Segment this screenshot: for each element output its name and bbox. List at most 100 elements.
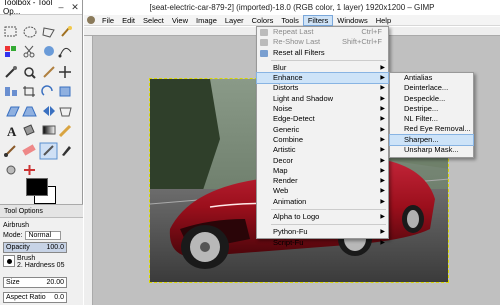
menu-item-enhance[interactable]: Enhance ▶ bbox=[256, 72, 389, 85]
menu-item-map[interactable]: Map ▶ bbox=[257, 166, 388, 176]
blend-tool-icon bbox=[42, 125, 56, 135]
submenu-item-label: NL Filter... bbox=[404, 114, 438, 124]
scale-tool-icon bbox=[59, 86, 71, 97]
submenu-item-antialias[interactable]: Antialias bbox=[390, 73, 473, 83]
fuzzy-select-tool-icon bbox=[61, 26, 72, 37]
menu-item-re-show-last[interactable]: Re-Show Last Shift+Ctrl+F bbox=[257, 37, 388, 47]
menu-item-web[interactable]: Web ▶ bbox=[257, 186, 388, 196]
tool-grid: A bbox=[2, 25, 81, 177]
submenu-arrow-icon: ▶ bbox=[380, 167, 385, 174]
submenu-arrow-icon: ▶ bbox=[380, 126, 385, 133]
submenu-item-destripe[interactable]: Destripe... bbox=[390, 104, 473, 114]
submenu-item-despeckle[interactable]: Despeckle... bbox=[390, 94, 473, 104]
heal-tool-icon bbox=[24, 165, 35, 175]
menu-colors[interactable]: Colors bbox=[248, 15, 278, 26]
paths-tool-icon bbox=[58, 47, 72, 58]
size-value: 20.00 bbox=[46, 279, 64, 286]
mode-label: Mode: bbox=[3, 232, 23, 239]
menu-item-light-and-shadow[interactable]: Light and Shadow ▶ bbox=[257, 94, 388, 104]
ink-tool-icon bbox=[62, 146, 71, 156]
menu-item-alpha-to-logo[interactable]: Alpha to Logo ▶ bbox=[257, 212, 388, 222]
submenu-item-sharpen[interactable]: Sharpen... bbox=[389, 133, 474, 147]
menu-item-reset-all-filters[interactable]: Reset all Filters bbox=[257, 48, 388, 58]
select-by-color-tool-icon bbox=[5, 46, 16, 57]
brush-value: 2. Hardness 05 bbox=[17, 262, 65, 269]
menu-image[interactable]: Image bbox=[192, 15, 221, 26]
brush-preview[interactable] bbox=[3, 255, 15, 267]
menu-item-generic[interactable]: Generic ▶ bbox=[257, 125, 388, 135]
close-icon[interactable]: ✕ bbox=[68, 2, 82, 13]
menu-item-repeat-last[interactable]: Repeat Last Ctrl+F bbox=[257, 27, 388, 37]
menu-item-decor[interactable]: Decor ▶ bbox=[257, 156, 388, 166]
perspective-tool-icon bbox=[22, 106, 37, 117]
window-titlebar: [seat-electric-car-879-2] (imported)-18.… bbox=[84, 0, 500, 15]
flip-tool-icon bbox=[43, 106, 55, 116]
size-slider[interactable]: Size 20.00 bbox=[3, 277, 67, 288]
mode-select[interactable]: Normal bbox=[25, 231, 62, 240]
foreground-color-swatch[interactable] bbox=[26, 178, 48, 196]
filters-menu: Repeat Last Ctrl+F Re-Show Last Shift+Ctrl+… bbox=[256, 26, 389, 247]
submenu-arrow-icon: ▶ bbox=[380, 75, 385, 82]
menu-tools[interactable]: Tools bbox=[277, 15, 303, 26]
menu-layer[interactable]: Layer bbox=[221, 15, 248, 26]
menu-item-combine[interactable]: Combine ▶ bbox=[257, 135, 388, 145]
menu-item-animation[interactable]: Animation ▶ bbox=[257, 197, 388, 207]
cage-transform-tool-icon bbox=[59, 107, 72, 117]
align-tool-icon bbox=[5, 87, 17, 96]
submenu-item-unsharp-mask[interactable]: Unsharp Mask... bbox=[390, 145, 473, 155]
eraser-tool-icon bbox=[22, 144, 36, 156]
minimize-icon[interactable]: – bbox=[54, 2, 68, 13]
menu-item-label: Map bbox=[273, 165, 288, 175]
move-tool-icon bbox=[59, 66, 71, 78]
menu-item-label: Animation bbox=[273, 196, 307, 206]
menu-item-label: Decor bbox=[273, 155, 294, 165]
menu-file[interactable]: File bbox=[98, 15, 118, 26]
menu-filters[interactable]: Filters bbox=[302, 14, 334, 26]
reset-icon bbox=[260, 49, 268, 57]
menu-item-label: Light and Shadow bbox=[273, 93, 334, 103]
submenu-item-label: Deinterlace... bbox=[404, 83, 449, 93]
submenu-item-deinterlace[interactable]: Deinterlace... bbox=[390, 83, 473, 93]
tool-options-tab[interactable]: Tool Options bbox=[0, 205, 83, 218]
scissors-tool-icon bbox=[23, 45, 35, 58]
menu-separator bbox=[271, 209, 386, 211]
gimp-app-icon[interactable] bbox=[87, 16, 95, 24]
vertical-ruler[interactable] bbox=[84, 36, 93, 305]
menu-windows[interactable]: Windows bbox=[333, 15, 371, 26]
measure-tool-icon bbox=[43, 66, 55, 78]
menu-item-blur[interactable]: Blur ▶ bbox=[257, 63, 388, 73]
menu-item-python-fu[interactable]: Python-Fu ▶ bbox=[257, 227, 388, 237]
rect-select-tool-icon bbox=[4, 26, 17, 37]
submenu-arrow-icon: ▶ bbox=[380, 157, 385, 164]
reshow-icon bbox=[260, 39, 268, 47]
submenu-arrow-icon: ▶ bbox=[380, 229, 385, 236]
enhance-submenu: Antialias Deinterlace... Despeckle... Destr… bbox=[389, 72, 474, 158]
opacity-slider[interactable]: Opacity 100.0 bbox=[3, 242, 67, 253]
menu-item-label: Script-Fu bbox=[273, 237, 304, 247]
menu-item-distorts[interactable]: Distorts ▶ bbox=[257, 83, 388, 93]
menu-item-label: Distorts bbox=[273, 83, 299, 93]
submenu-item-label: Destripe... bbox=[404, 103, 439, 113]
menu-help[interactable]: Help bbox=[372, 15, 395, 26]
menu-item-artistic[interactable]: Artistic ▶ bbox=[257, 145, 388, 155]
clone-tool-icon bbox=[6, 165, 16, 175]
menu-item-label: Generic bbox=[273, 124, 300, 134]
submenu-item-red-eye-removal[interactable]: Red Eye Removal... bbox=[390, 124, 473, 134]
menu-item-script-fu[interactable]: Script-Fu ▶ bbox=[257, 238, 388, 248]
zoom-tool-icon bbox=[24, 67, 36, 79]
menu-item-label: Reset all Filters bbox=[273, 47, 325, 57]
submenu-item-label: Red Eye Removal... bbox=[404, 124, 471, 134]
menu-item-noise[interactable]: Noise ▶ bbox=[257, 104, 388, 114]
aspect-ratio-slider[interactable]: Aspect Ratio 0.0 bbox=[3, 292, 67, 303]
submenu-item-nl-filter[interactable]: NL Filter... bbox=[390, 114, 473, 124]
brush-dot-icon bbox=[7, 259, 12, 264]
menu-view[interactable]: View bbox=[168, 15, 192, 26]
svg-text:A: A bbox=[7, 124, 17, 139]
menu-item-edge-detect[interactable]: Edge-Detect ▶ bbox=[257, 114, 388, 124]
submenu-item-label: Antialias bbox=[404, 73, 433, 82]
submenu-item-label: Despeckle... bbox=[404, 93, 446, 103]
menu-item-render[interactable]: Render ▶ bbox=[257, 176, 388, 186]
menu-edit[interactable]: Edit bbox=[118, 15, 139, 26]
menu-select[interactable]: Select bbox=[139, 15, 168, 26]
toolbox-title: Toolbox - Tool Op... bbox=[3, 0, 53, 16]
